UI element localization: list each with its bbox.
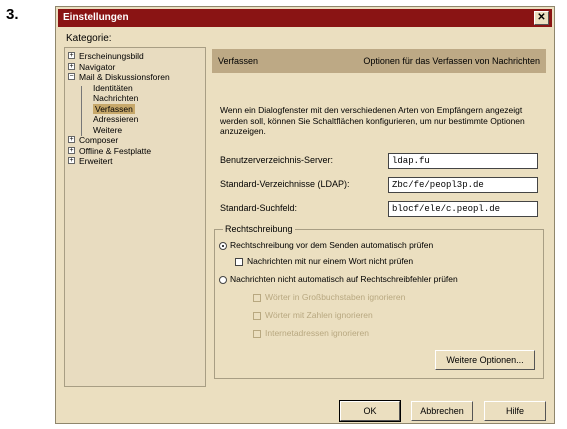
checkbox-option-single-word[interactable]: Nachrichten mit nur einem Wort nicht prü… — [235, 256, 413, 266]
tree-item-label: Identitäten — [93, 82, 133, 93]
field-row-directory: Standard-Verzeichnisse (LDAP): Zbc/fe/pe… — [220, 177, 540, 193]
check2-label: Wörter in Großbuchstaben ignorieren — [265, 292, 406, 302]
tree-item-label: Adressieren — [93, 114, 139, 124]
tree-item-label: Composer — [79, 135, 119, 145]
tree-item-label: Erscheinungsbild — [79, 51, 144, 61]
field-row-server: Benutzerverzeichnis-Server: ldap.fu — [220, 153, 540, 169]
tree-item[interactable]: + Composer — [65, 135, 205, 146]
spellcheck-group: Rechtschreibung Rechtschreibung vor dem … — [214, 224, 544, 379]
category-tree: + Erscheinungsbild + Navigator − Mail & Disku… — [64, 47, 206, 387]
expand-icon[interactable]: + — [68, 52, 75, 59]
tree-item[interactable]: − Mail & Diskussionsforen — [65, 72, 205, 83]
cancel-button[interactable]: Abbrechen — [411, 401, 473, 421]
tree-item-label: Mail & Diskussionsforen — [79, 72, 170, 82]
group-label: Rechtschreibung — [223, 224, 295, 234]
help-button[interactable]: Hilfe — [484, 401, 546, 421]
check1-label: Nachrichten mit nur einem Wort nicht prü… — [247, 256, 414, 266]
search-label: Standard-Suchfeld: — [220, 203, 298, 213]
panel-description: Wenn ein Dialogfenster mit den verschied… — [220, 105, 525, 136]
panel-subtitle: Optionen für das Verfassen von Nachricht… — [363, 56, 540, 66]
step-number: 3. — [6, 6, 19, 23]
preferences-window: Einstellungen ✕ Kategorie: + Erscheinungs… — [55, 6, 555, 424]
close-icon[interactable]: ✕ — [534, 11, 549, 25]
checkbox-option-uppercase[interactable]: Wörter in Großbuchstaben ignorieren — [253, 292, 405, 302]
tree-item[interactable]: + Erscheinungsbild — [65, 51, 205, 62]
tree-item[interactable]: + Erweitert — [65, 156, 205, 167]
check4-label: Internetadressen ignorieren — [265, 328, 369, 338]
tree-item[interactable]: Nachrichten — [65, 93, 205, 104]
tree-item[interactable]: Weitere — [65, 125, 205, 136]
expand-icon[interactable]: + — [68, 62, 75, 70]
server-input[interactable]: ldap.fu — [388, 153, 538, 169]
panel-header: Verfassen Optionen für das Verfassen von… — [212, 49, 546, 73]
tree-item[interactable]: Verfassen — [65, 103, 205, 114]
tree-item[interactable]: + Navigator — [65, 62, 205, 73]
checkbox-option-numbers[interactable]: Wörter mit Zahlen ignorieren — [253, 310, 373, 320]
expand-icon[interactable]: + — [68, 157, 75, 164]
more-options-button[interactable]: Weitere Optionen... — [435, 350, 535, 370]
expand-icon[interactable]: + — [68, 136, 75, 143]
tree-item-label: Weitere — [93, 124, 123, 135]
tree-item[interactable]: Adressieren — [65, 114, 205, 125]
radio-option-auto[interactable]: Rechtschreibung vor dem Senden automatis… — [219, 240, 433, 250]
check3-label: Wörter mit Zahlen ignorieren — [265, 310, 373, 320]
radio-manual-label: Nachrichten nicht automatisch auf Rechts… — [230, 274, 458, 284]
checkbox[interactable] — [235, 257, 243, 266]
tree-item-label: Erweitert — [79, 156, 113, 166]
tree-item-label: Verfassen — [93, 103, 135, 114]
categories-label: Kategorie: — [66, 33, 112, 44]
radio-button[interactable] — [219, 241, 227, 250]
tree-item[interactable]: + Offline & Festplatte — [65, 146, 205, 157]
checkbox-option-urls[interactable]: Internetadressen ignorieren — [253, 328, 369, 338]
field-row-search: Standard-Suchfeld: blocf/ele/c.peopl.de — [220, 201, 540, 217]
radio-option-manual[interactable]: Nachrichten nicht automatisch auf Rechts… — [219, 274, 458, 284]
tree-item[interactable]: Identitäten — [65, 83, 205, 94]
expand-icon[interactable]: + — [68, 146, 75, 154]
directory-input[interactable]: Zbc/fe/peopl3p.de — [388, 177, 538, 193]
checkbox[interactable] — [253, 311, 261, 320]
collapse-icon[interactable]: − — [68, 73, 75, 80]
checkbox[interactable] — [253, 293, 261, 302]
search-input[interactable]: blocf/ele/c.peopl.de — [388, 201, 538, 217]
tree-item-label: Offline & Festplatte — [79, 145, 152, 156]
ok-button[interactable]: OK — [339, 400, 401, 422]
tree-item-label: Navigator — [79, 61, 116, 72]
radio-auto-label: Rechtschreibung vor dem Senden automatis… — [230, 240, 434, 250]
window-title: Einstellungen — [63, 12, 129, 23]
checkbox[interactable] — [253, 329, 261, 338]
panel-title: Verfassen — [218, 56, 259, 66]
tree-item-label: Nachrichten — [93, 93, 139, 103]
radio-button[interactable] — [219, 275, 227, 284]
directory-label: Standard-Verzeichnisse (LDAP): — [220, 179, 350, 189]
title-bar: Einstellungen ✕ — [58, 9, 552, 27]
server-label: Benutzerverzeichnis-Server: — [220, 155, 334, 165]
